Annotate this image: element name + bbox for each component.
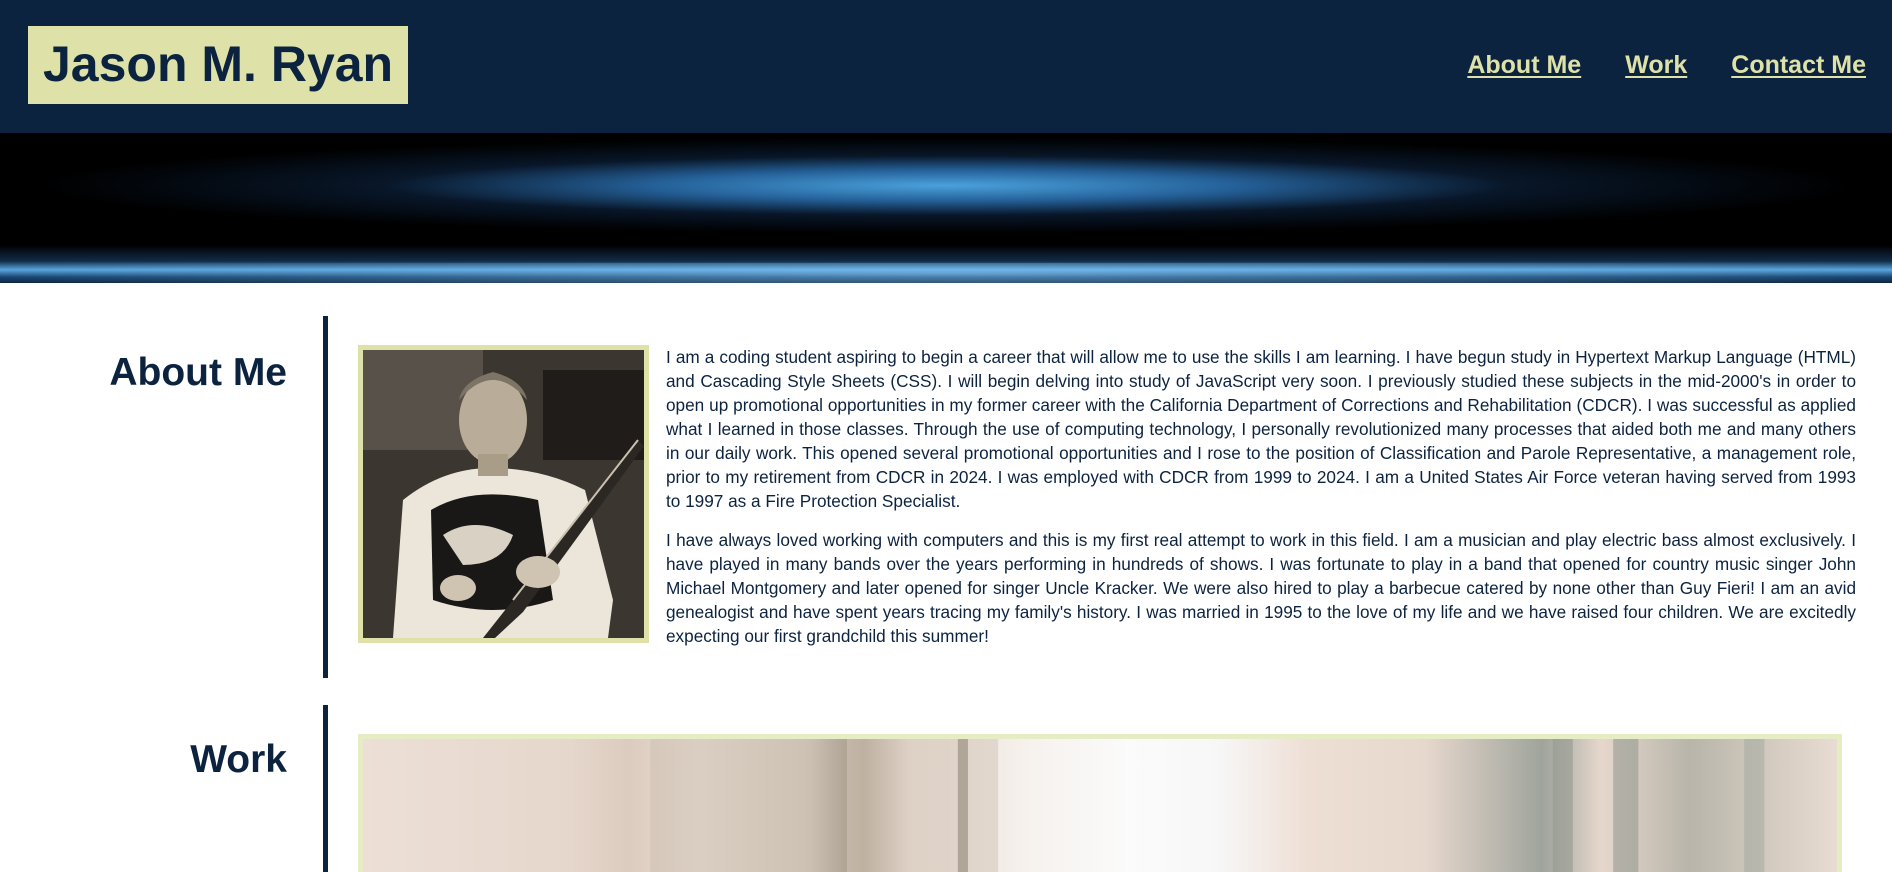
nav-link-about-me[interactable]: About Me	[1467, 51, 1581, 80]
work-image-illustration	[650, 739, 1765, 872]
about-heading: About Me	[109, 351, 287, 394]
work-featured-image[interactable]	[358, 734, 1842, 872]
site-header: Jason M. Ryan About Me Work Contact Me	[0, 0, 1892, 133]
about-divider	[323, 316, 328, 678]
about-body: I am a coding student aspiring to begin …	[358, 345, 1856, 663]
hero-banner	[0, 133, 1892, 283]
site-brand: Jason M. Ryan	[28, 26, 409, 104]
about-paragraph-1: I am a coding student aspiring to begin …	[666, 347, 1856, 511]
nav-link-work[interactable]: Work	[1625, 51, 1687, 80]
work-body	[358, 734, 1842, 872]
about-text: I am a coding student aspiring to begin …	[666, 345, 1856, 663]
work-section: Work	[0, 705, 1892, 872]
nav-link-contact-me[interactable]: Contact Me	[1731, 51, 1866, 80]
work-heading: Work	[190, 738, 287, 781]
profile-photo-illustration	[363, 350, 644, 638]
hero-light-glow	[0, 263, 1892, 283]
work-divider	[323, 705, 328, 872]
about-section: About Me I am a coding student aspiring …	[0, 283, 1892, 705]
main-nav: About Me Work Contact Me	[1467, 51, 1866, 80]
profile-photo	[358, 345, 649, 643]
about-paragraph-2: I have always loved working with compute…	[666, 530, 1856, 646]
